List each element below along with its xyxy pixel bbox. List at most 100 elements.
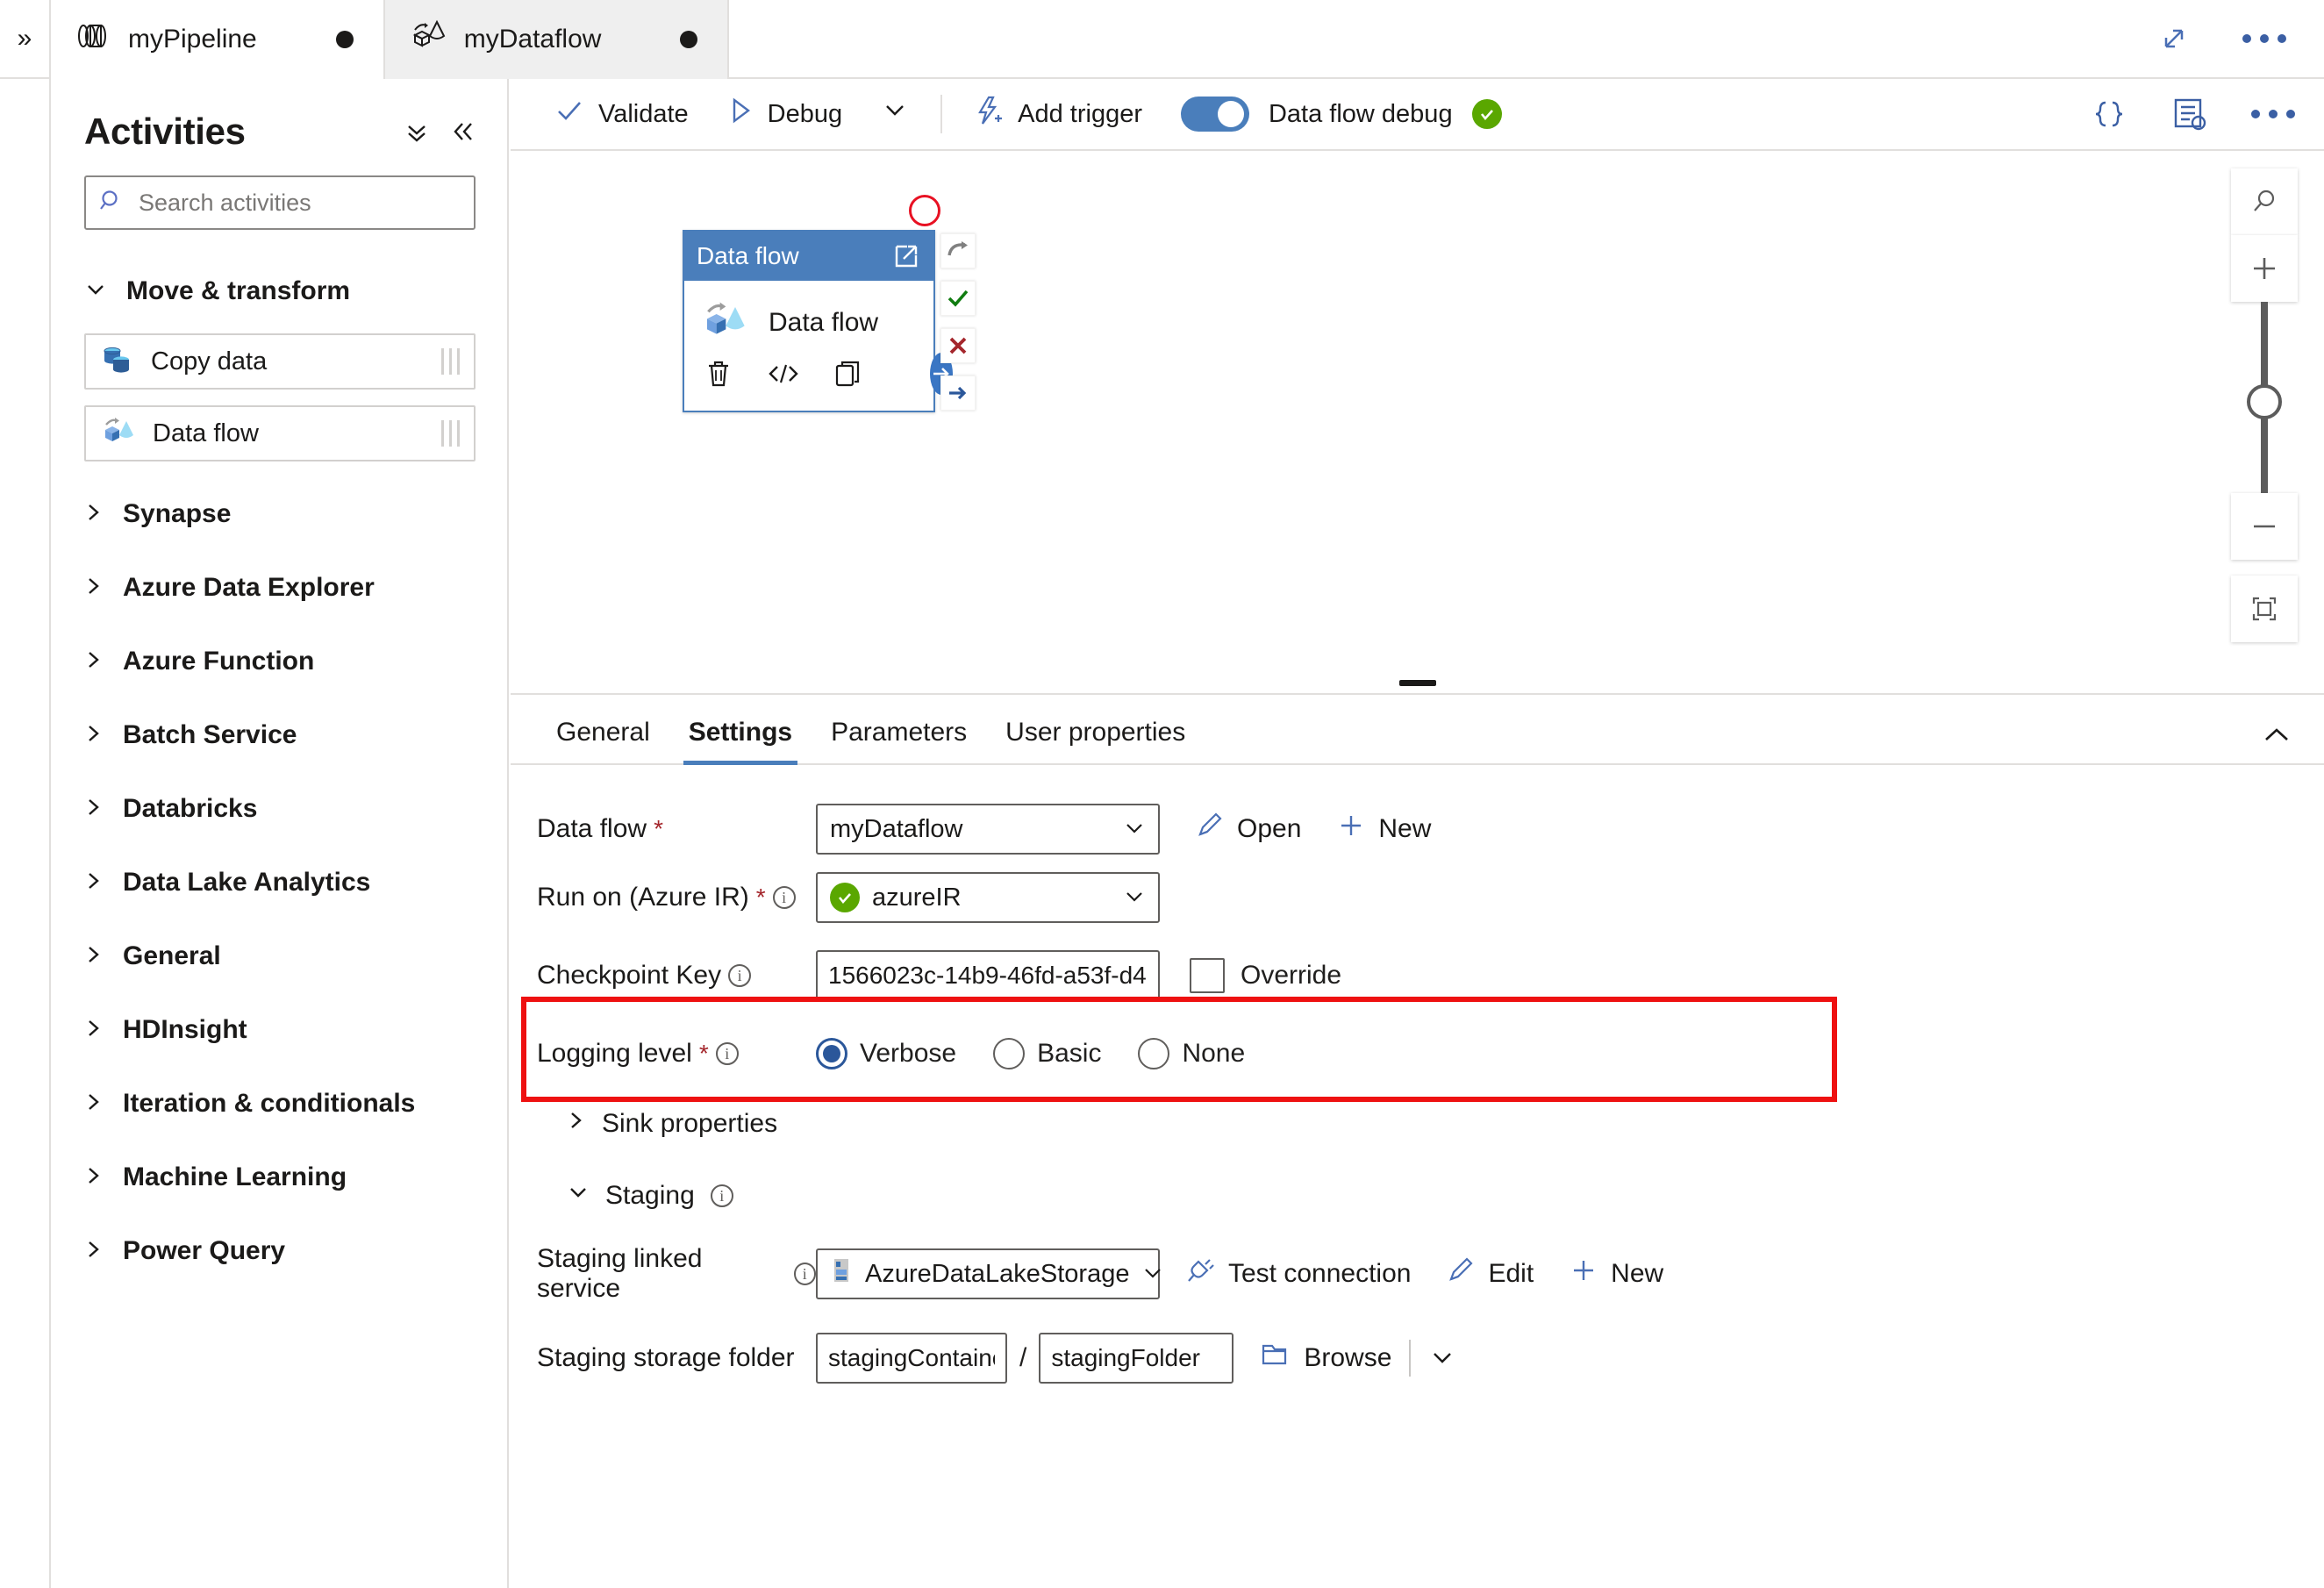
storage-account-icon	[830, 1257, 853, 1291]
tab-parameters[interactable]: Parameters	[812, 718, 986, 763]
drag-handle-icon[interactable]	[441, 348, 460, 375]
code-json-icon[interactable]	[2089, 94, 2129, 134]
section-sink-properties[interactable]: Sink properties	[511, 1088, 2324, 1160]
open-in-new-icon[interactable]	[891, 241, 921, 271]
chevron-right-icon	[84, 1017, 104, 1044]
collapse-all-icon[interactable]	[404, 118, 430, 145]
on-completion-handle[interactable]	[940, 376, 976, 411]
zoom-slider-thumb[interactable]	[2247, 384, 2282, 419]
sidebar-group-data-lake-analytics[interactable]: Data Lake Analytics	[53, 846, 507, 919]
data-flow-debug-toggle[interactable]	[1180, 97, 1249, 132]
properties-icon[interactable]	[2168, 93, 2210, 135]
logging-level-option-basic[interactable]: Basic	[993, 1038, 1101, 1069]
collapse-panel-chevron-up-icon[interactable]	[2259, 722, 2294, 763]
sidebar-group-general[interactable]: General	[53, 919, 507, 993]
new-linked-service-button[interactable]: New	[1569, 1255, 1663, 1292]
zoom-out-icon[interactable]	[2231, 493, 2298, 560]
browse-dropdown-chevron-down-icon[interactable]	[1428, 1348, 1456, 1369]
run-on-value: azureIR	[872, 883, 962, 912]
chevron-right-icon	[84, 1164, 104, 1191]
sidebar-group-move-transform[interactable]: Move & transform	[53, 254, 507, 328]
sidebar-group-label: Machine Learning	[123, 1162, 347, 1191]
chevron-right-icon	[84, 1091, 104, 1118]
activity-copy-data[interactable]: Copy data	[84, 333, 476, 390]
drag-handle-icon[interactable]	[441, 420, 460, 447]
plus-icon	[1569, 1255, 1598, 1292]
chevron-right-icon	[84, 722, 104, 749]
info-icon[interactable]: i	[793, 1263, 816, 1285]
zoom-search-icon[interactable]	[2231, 168, 2298, 235]
info-icon[interactable]: i	[728, 964, 752, 987]
checkpoint-key-input[interactable]	[816, 950, 1160, 1001]
logging-level-radio-group: Verbose Basic None	[816, 1038, 1245, 1069]
test-connection-button[interactable]: Test connection	[1184, 1255, 1411, 1292]
sidebar-group-batch-service[interactable]: Batch Service	[53, 698, 507, 772]
data-flow-select[interactable]: myDataflow	[816, 804, 1160, 855]
tab-user-properties[interactable]: User properties	[986, 718, 1205, 763]
staging-folder-input[interactable]	[1039, 1333, 1234, 1384]
sidebar-group-hdinsight[interactable]: HDInsight	[53, 993, 507, 1067]
collapse-panel-icon[interactable]	[449, 118, 477, 145]
sidebar-group-label: Power Query	[123, 1236, 286, 1265]
panel-resize-handle[interactable]	[1398, 680, 1436, 686]
sidebar-group-iteration-conditionals[interactable]: Iteration & conditionals	[53, 1067, 507, 1141]
zoom-slider-track[interactable]	[2247, 302, 2282, 493]
delete-icon[interactable]	[704, 358, 733, 390]
search-activities-box[interactable]	[84, 175, 476, 230]
more-options-icon[interactable]	[2240, 30, 2289, 47]
integration-runtime-ok-icon	[830, 883, 860, 912]
open-dataflow-button[interactable]: Open	[1195, 811, 1301, 848]
trigger-bolt-icon	[974, 95, 1004, 133]
staging-linked-service-label-group: Staging linked service i	[537, 1244, 816, 1304]
add-trigger-button[interactable]: Add trigger	[955, 87, 1162, 141]
info-icon[interactable]: i	[772, 886, 796, 909]
zoom-in-icon[interactable]	[2231, 235, 2298, 302]
sidebar-group-machine-learning[interactable]: Machine Learning	[53, 1141, 507, 1214]
info-icon[interactable]: i	[715, 1042, 739, 1065]
staging-linked-service-select[interactable]: AzureDataLakeStorage	[816, 1248, 1162, 1299]
expand-left-rail-button[interactable]: »	[0, 0, 51, 77]
pipeline-canvas[interactable]: Data flow Data flow	[511, 151, 2324, 695]
clone-icon[interactable]	[833, 359, 863, 389]
section-staging[interactable]: Staging i	[511, 1160, 2324, 1232]
info-icon[interactable]: i	[710, 1184, 733, 1207]
logging-level-option-verbose[interactable]: Verbose	[816, 1038, 956, 1069]
tab-mydataflow[interactable]: myDataflow	[384, 0, 730, 79]
staging-container-input[interactable]	[816, 1333, 1007, 1384]
sidebar-group-power-query[interactable]: Power Query	[53, 1214, 507, 1288]
sidebar-group-synapse[interactable]: Synapse	[53, 477, 507, 551]
tab-general[interactable]: General	[537, 718, 669, 763]
activity-properties-panel: General Settings Parameters User propert…	[511, 695, 2324, 1400]
on-success-handle[interactable]	[940, 281, 976, 316]
chevron-down-icon	[567, 1181, 590, 1211]
required-marker: *	[698, 1040, 709, 1067]
more-options-icon[interactable]	[2249, 105, 2298, 123]
browse-button[interactable]: Browse	[1260, 1341, 1391, 1376]
zoom-to-fit-icon[interactable]	[2231, 576, 2298, 642]
edit-linked-service-button[interactable]: Edit	[1446, 1255, 1534, 1292]
logging-level-option-none[interactable]: None	[1138, 1038, 1245, 1069]
chevron-right-icon	[84, 943, 104, 970]
sidebar-group-databricks[interactable]: Databricks	[53, 772, 507, 846]
code-icon[interactable]	[767, 361, 800, 387]
validate-button[interactable]: Validate	[535, 87, 708, 141]
logging-level-label: Logging level	[537, 1039, 692, 1068]
activity-data-flow[interactable]: Data flow	[84, 405, 476, 461]
on-failure-handle[interactable]	[940, 328, 976, 363]
node-name: Data flow	[769, 308, 879, 337]
tab-mypipeline[interactable]: myPipeline	[51, 0, 385, 79]
check-icon	[554, 97, 584, 131]
tab-settings[interactable]: Settings	[669, 718, 812, 765]
new-dataflow-button[interactable]: New	[1336, 811, 1431, 848]
debug-dropdown-button[interactable]	[862, 87, 928, 141]
search-input[interactable]	[137, 188, 461, 218]
run-on-select[interactable]: azureIR	[816, 872, 1160, 923]
debug-button[interactable]: Debug	[708, 87, 862, 141]
on-skip-handle[interactable]	[940, 233, 976, 268]
activity-node-data-flow[interactable]: Data flow Data flow	[683, 230, 953, 412]
override-checkbox[interactable]	[1190, 958, 1225, 993]
sidebar-group-azure-data-explorer[interactable]: Azure Data Explorer	[53, 551, 507, 625]
expand-editor-icon[interactable]	[2154, 18, 2194, 59]
sidebar-group-azure-function[interactable]: Azure Function	[53, 625, 507, 698]
node-body: Data flow	[684, 281, 933, 353]
